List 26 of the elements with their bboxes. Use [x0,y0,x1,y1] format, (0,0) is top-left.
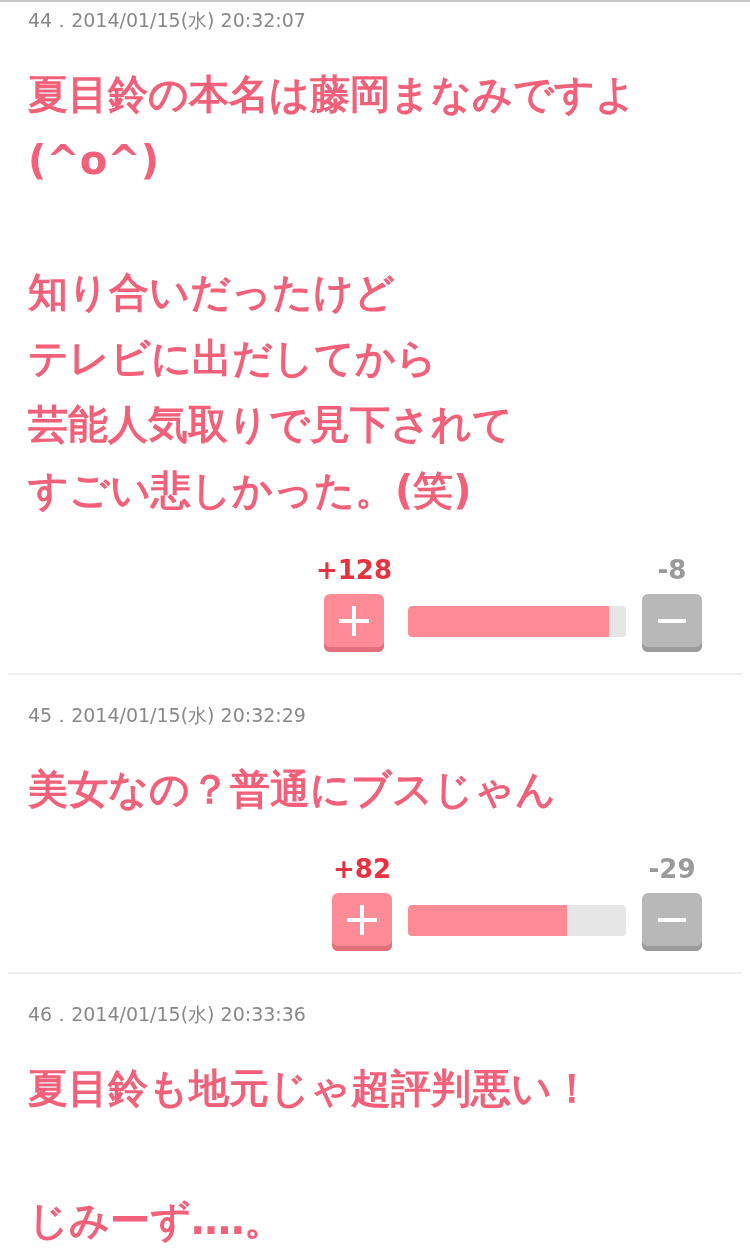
downvote-count: -8 [657,555,687,585]
comment-number: 44． [28,9,72,31]
comment-line: 芸能人気取りで見下されて [28,400,514,449]
downvote-button[interactable] [642,893,702,951]
minus-icon [658,618,686,623]
plus-icon [347,904,377,935]
comment-line: テレビに出だしてから [28,334,438,383]
comment-number: 45． [28,704,72,726]
comment-number: 46． [28,1003,72,1025]
comment-line: 美女なの？普通にブスじゃん [28,765,557,814]
comment-timestamp: 2014/01/15(水) 20:32:07 [71,9,306,31]
plus-icon [338,605,369,636]
comment-line: 知り合いだったけど [28,268,396,317]
downvote-button[interactable] [642,594,702,652]
downvote-count: -29 [648,854,696,884]
upvote-button[interactable] [332,893,392,951]
comment-timestamp: 2014/01/15(水) 20:33:36 [71,1003,306,1025]
upvote-count: +82 [333,854,391,884]
comment-line: すごい悲しかった。(笑) [28,466,473,515]
upvote-count: +128 [315,555,392,585]
comment-timestamp: 2014/01/15(水) 20:32:29 [71,704,306,726]
comment-line: 夏目鈴も地元じゃ超評判悪い！ [28,1064,593,1113]
comment-line: 夏目鈴の本名は藤岡まなみですよ(^o^) [28,70,637,185]
upvote-button[interactable] [323,594,384,652]
comment-line: じみーず‥‥。 [28,1196,286,1245]
minus-icon [658,917,686,922]
